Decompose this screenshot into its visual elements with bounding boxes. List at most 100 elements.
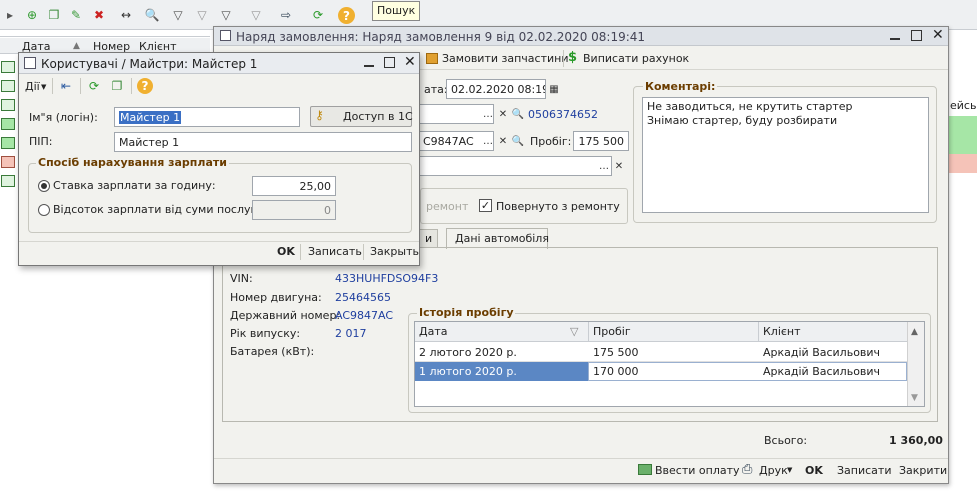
filter-icon[interactable]: ▽ — [570, 325, 578, 339]
save-close-icon[interactable]: ⇤ — [58, 78, 74, 94]
close-button[interactable]: ✕ — [404, 54, 416, 70]
tab-services-label: и — [425, 232, 433, 245]
search-icon[interactable]: 🔍 — [144, 7, 160, 23]
close-button-footer[interactable]: Закрыть — [370, 245, 419, 259]
date-field[interactable]: 02.02.2020 08:19:4 — [446, 79, 546, 99]
row-mileage: 175 500 — [593, 346, 639, 359]
total-value: 1 360,00 — [889, 434, 943, 447]
scroll-up-icon[interactable]: ▲ — [911, 325, 918, 339]
save-button[interactable]: Записати — [837, 464, 891, 478]
comments-textarea[interactable]: Не заводиться, не крутить стартер Знімаю… — [642, 97, 929, 213]
row-date: 2 лютого 2020 р. — [419, 346, 517, 359]
date-label: ата: — [424, 83, 448, 96]
order-parts-button[interactable]: Замовити запчастини — [442, 52, 568, 66]
full-name-field[interactable]: Майстер 1 — [114, 132, 412, 152]
search-tooltip: Пошук — [372, 1, 421, 21]
filter-value-icon[interactable]: ▽ — [194, 7, 210, 23]
key-icon: ⚷ — [315, 108, 324, 122]
history-col-date[interactable]: Дата — [419, 325, 447, 339]
filter-clear-icon[interactable]: ▽ — [248, 7, 264, 23]
filter-icon[interactable]: ▽ — [170, 7, 186, 23]
master-window-icon — [24, 57, 36, 69]
refresh-icon[interactable]: ⟳ — [86, 78, 102, 94]
vin-value: 433HUHFDSO94F3 — [335, 272, 439, 285]
order-window-title: Наряд замовлення: Наряд замовлення 9 від… — [236, 30, 646, 44]
list-icon[interactable]: ▸ — [2, 7, 18, 23]
salary-group-title: Спосіб нарахування зарплати — [36, 156, 229, 170]
engine-value: 25464565 — [335, 291, 391, 304]
master-field[interactable] — [418, 156, 612, 176]
export-icon[interactable]: ⇨ — [278, 7, 294, 23]
maximize-button[interactable] — [384, 57, 395, 68]
print-button[interactable]: Друк — [759, 464, 788, 478]
hourly-field[interactable]: 25,00 — [252, 176, 336, 196]
invoice-icon: $ — [568, 50, 578, 65]
maximize-button[interactable] — [911, 30, 922, 41]
edit-icon[interactable]: ✎ — [68, 7, 84, 23]
battery-label: Батарея (кВт): — [230, 345, 315, 358]
footer-separator — [363, 244, 364, 260]
refresh-icon[interactable]: ⟳ — [310, 7, 326, 23]
scroll-down-icon[interactable]: ▼ — [911, 391, 918, 405]
issue-invoice-button[interactable]: Виписати рахунок — [583, 52, 689, 66]
year-value: 2 017 — [335, 327, 367, 340]
mileage-field[interactable]: 175 500 — [573, 131, 629, 151]
help-icon[interactable]: ? — [338, 7, 355, 24]
login-field[interactable]: Майстер 1 — [114, 107, 300, 127]
plate-value: AC9847AC — [335, 309, 394, 322]
copy-icon[interactable]: ❐ — [109, 78, 125, 94]
history-col-mileage[interactable]: Пробіг — [593, 325, 631, 339]
clear-icon[interactable]: ✕ — [495, 105, 511, 123]
search-icon[interactable]: 🔍 — [510, 132, 526, 150]
clear-icon[interactable]: ✕ — [495, 132, 511, 150]
enter-payment-button[interactable]: Ввести оплату — [655, 464, 740, 478]
delete-icon[interactable]: ✖ — [91, 7, 107, 23]
tab-car-data-label: Дані автомобіля — [455, 232, 549, 245]
returned-label: Повернуто з ремонту — [496, 200, 620, 213]
clear-icon[interactable]: ✕ — [611, 157, 627, 175]
actions-menu[interactable]: Дії — [25, 80, 40, 94]
add-icon[interactable]: ⊕ — [24, 7, 40, 23]
select-button[interactable]: … — [480, 132, 496, 150]
returned-checkbox[interactable]: ✓ — [479, 199, 492, 212]
select-button[interactable]: … — [596, 157, 612, 175]
col-divider — [588, 322, 589, 342]
engine-label: Номер двигуна: — [230, 291, 322, 304]
order-window-icon — [220, 30, 231, 41]
history-col-client[interactable]: Клієнт — [763, 325, 801, 339]
chevron-down-icon[interactable]: ▼ — [787, 466, 792, 474]
chevron-down-icon[interactable]: ▼ — [41, 83, 46, 91]
hourly-label: Ставка зарплати за годину: — [53, 179, 216, 192]
minimize-button[interactable] — [890, 30, 900, 40]
save-button[interactable]: Записать — [308, 245, 362, 259]
history-title: Історія пробігу — [417, 306, 516, 320]
document-icon — [1, 80, 15, 92]
minimize-button[interactable] — [364, 57, 374, 67]
right-column-header: ейсь — [950, 99, 977, 112]
close-button-footer[interactable]: Закрити — [899, 464, 947, 478]
comments-title: Коментарі: — [643, 80, 718, 94]
client-phone-link[interactable]: 0506374652 — [528, 108, 598, 122]
toolbar-separator — [80, 78, 81, 94]
document-icon — [1, 175, 15, 187]
percent-field: 0 — [252, 200, 336, 220]
total-label: Всього: — [764, 434, 808, 447]
filter-dropdown-icon[interactable]: ▽ — [218, 7, 234, 23]
toolbar-separator — [52, 78, 53, 94]
mileage-label: Пробіг: — [530, 135, 572, 148]
row-client: Аркадій Васильович — [763, 346, 881, 359]
help-icon[interactable]: ? — [137, 78, 153, 94]
ok-button[interactable]: OK — [277, 245, 295, 259]
select-button[interactable]: … — [480, 105, 496, 123]
close-button[interactable]: ✕ — [932, 27, 944, 43]
link-icon[interactable]: ↔ — [118, 7, 134, 23]
salary-group — [28, 163, 412, 233]
ok-button[interactable]: OK — [805, 464, 823, 478]
col-divider — [758, 322, 759, 342]
plate-label: Державний номер: — [230, 309, 341, 322]
calendar-icon[interactable]: ▦ — [546, 80, 562, 98]
copy-icon[interactable]: ❐ — [46, 7, 62, 23]
percent-radio[interactable] — [38, 204, 50, 216]
search-icon[interactable]: 🔍 — [510, 105, 526, 123]
row-date: 1 лютого 2020 р. — [419, 365, 517, 378]
